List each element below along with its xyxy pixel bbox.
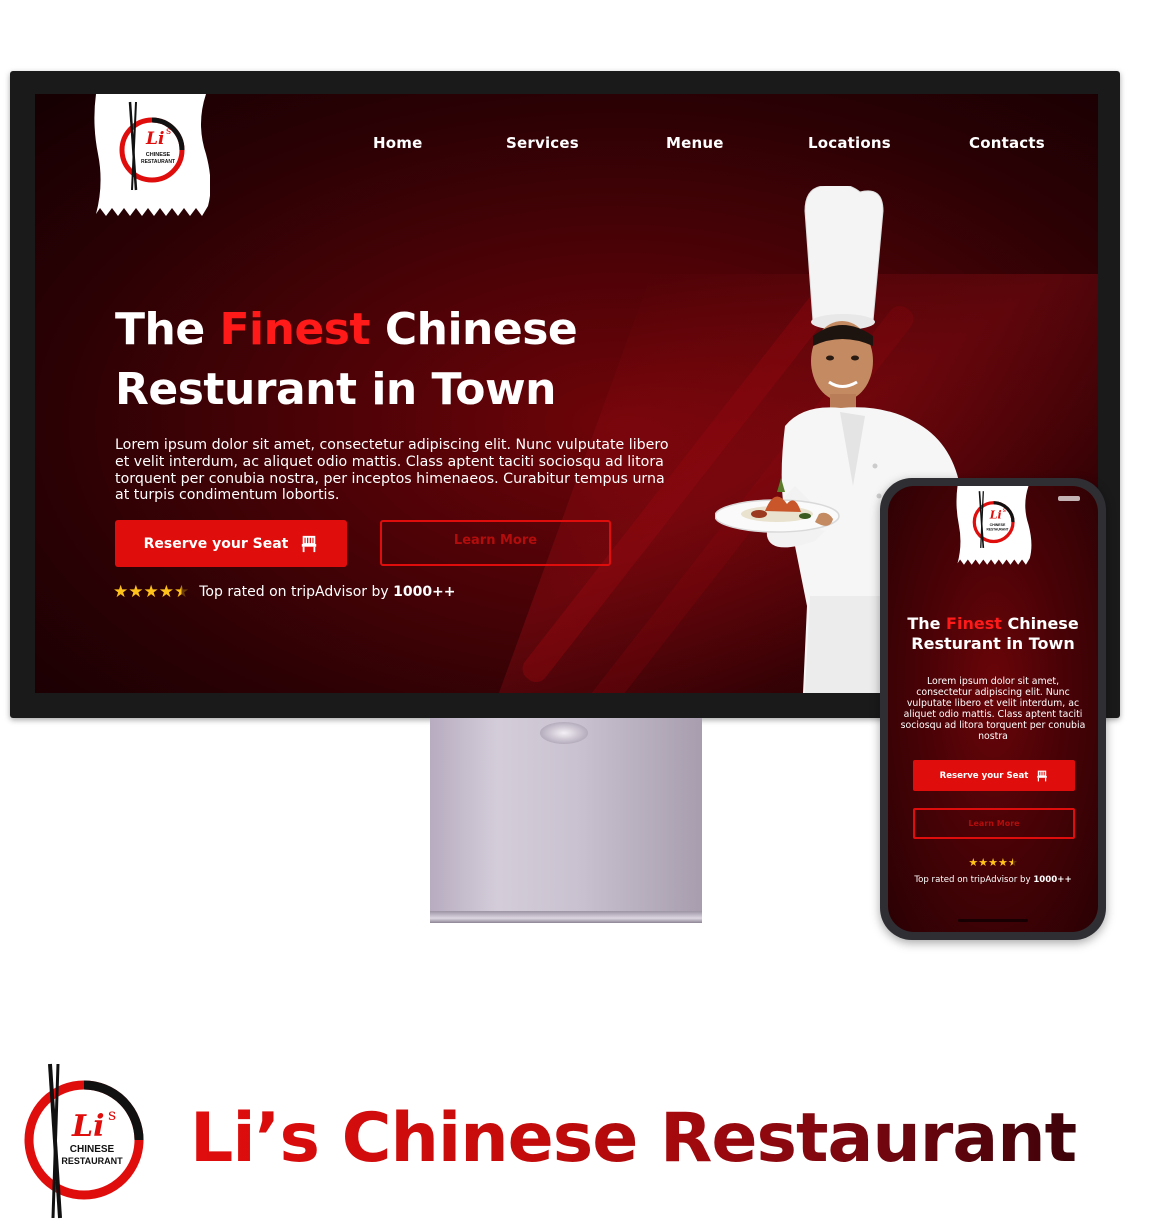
brand-logo [20,1062,160,1220]
star-icon: ★ [143,582,159,602]
hero-title-highlight: Finest [219,304,371,355]
nav-menu[interactable]: Menue [666,134,724,152]
mobile-hero-title: The Finest Chinese Resturant in Town [888,614,1098,654]
hero-title: The Finest Chinese Resturant in Town [115,300,578,420]
half-star-icon: ★ [174,582,190,602]
reserve-seat-button[interactable]: Reserve your Seat [115,520,347,567]
star-icon: ★ [968,856,979,869]
nav-locations[interactable]: Locations [808,134,891,152]
home-indicator [958,919,1028,922]
mobile-title-prefix: The [907,614,947,633]
mobile-reserve-seat-label: Reserve your Seat [939,770,1029,781]
star-icon: ★ [978,856,989,869]
svg-text:CHINESE: CHINESE [990,523,1006,527]
rating-count: 1000++ [393,584,456,600]
star-icon: ★ [158,582,174,602]
rating-text: Top rated on tripAdvisor by 1000++ [199,584,456,600]
hero-title-prefix: The [115,304,220,355]
nav-services[interactable]: Services [506,134,579,152]
nav-contacts[interactable]: Contacts [969,134,1045,152]
mobile-title-suffix: Chinese [1001,614,1079,633]
svg-text:CHINESE: CHINESE [146,152,171,158]
mobile-hero-description: Lorem ipsum dolor sit amet, consectetur … [900,676,1086,742]
learn-more-button[interactable]: Learn More [380,520,611,566]
svg-text:Li: Li [989,508,1002,521]
svg-text:RESTAURANT: RESTAURANT [987,528,1009,532]
star-icon: ★ [988,856,998,869]
rating-stars: ★ ★ ★ ★ ★ [113,583,189,601]
learn-more-label: Learn More [453,532,538,548]
mobile-learn-more-button[interactable]: Learn More [913,808,1075,839]
mobile-title-line2: Resturant in Town [911,634,1075,653]
svg-text:s: s [1003,506,1006,514]
mobile-rating-count: 1000++ [1033,875,1072,885]
stand-hinge [540,722,588,744]
tripadvisor-rating: ★ ★ ★ ★ ★ Top rated on tripAdvisor by 10… [113,583,456,601]
hero-description: Lorem ipsum dolor sit amet, consectetur … [115,437,669,504]
mobile-learn-more-label: Learn More [968,819,1020,828]
hero-title-line2: Resturant in Town [115,364,556,415]
mobile-screen: Li s CHINESE RESTAURANT The Finest Chine… [888,486,1098,932]
site-logo[interactable]: Li s CHINESE RESTAURANT [92,94,210,218]
svg-text:RESTAURANT: RESTAURANT [141,159,175,165]
logo-initials: Li [145,129,164,149]
nav-home[interactable]: Home [373,134,422,152]
monitor-stand [430,718,702,923]
chair-icon [1036,770,1048,782]
star-icon: ★ [113,582,129,602]
stand-base [430,911,702,923]
mobile-phone: Li s CHINESE RESTAURANT The Finest Chine… [880,478,1106,940]
battery-icon [1058,496,1080,501]
chair-icon [300,535,318,553]
mobile-rating-text: Top rated on tripAdvisor by 1000++ [914,875,1072,885]
reserve-seat-label: Reserve your Seat [143,535,289,552]
mobile-rating-stars: ★ ★ ★ ★ ★ [888,857,1098,869]
mobile-site-logo[interactable]: Li s CHINESE RESTAURANT [954,486,1032,566]
hero-title-suffix: Chinese [370,304,578,355]
mobile-title-highlight: Finest [946,614,1002,633]
svg-text:s: s [166,126,171,137]
mobile-reserve-seat-button[interactable]: Reserve your Seat [913,760,1075,791]
star-icon: ★ [128,582,144,602]
star-icon: ★ [997,856,1008,869]
brand-name: Li’s Chinese Restaurant [190,1094,1077,1184]
half-star-icon: ★ [1007,856,1018,869]
